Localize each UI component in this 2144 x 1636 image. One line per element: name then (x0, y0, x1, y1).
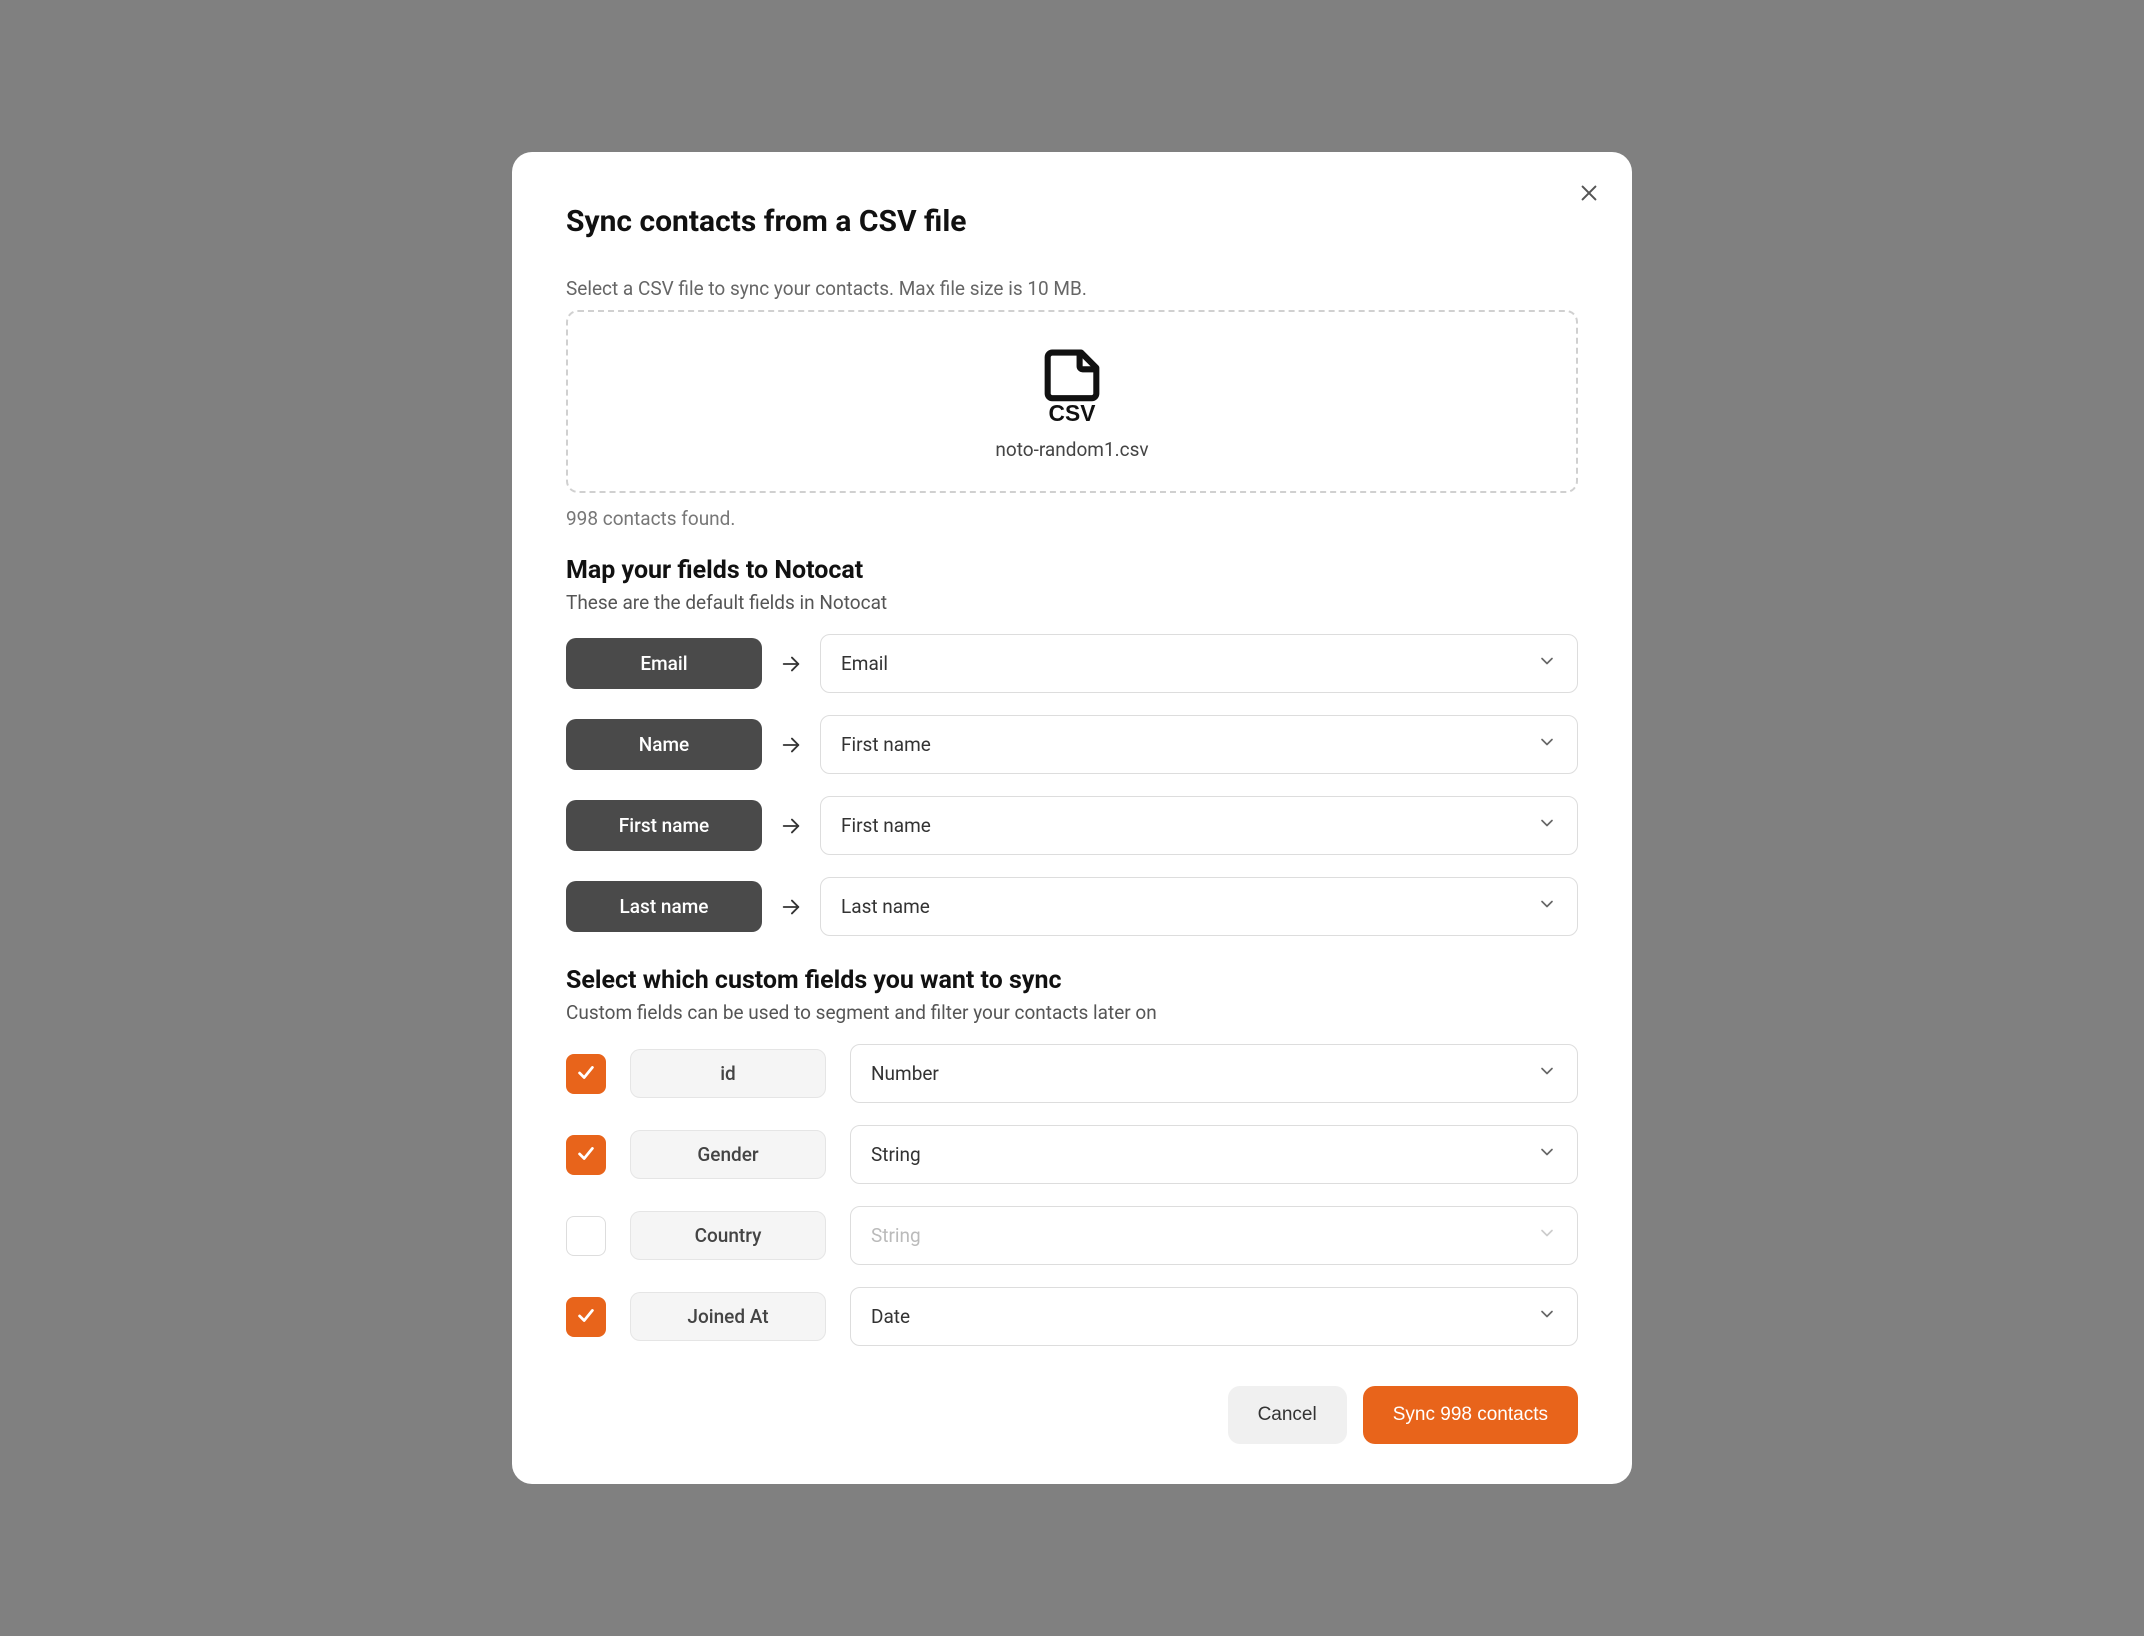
custom-field-chip: Country (630, 1211, 826, 1260)
mapping-subtext: These are the default fields in Notocat (566, 591, 1578, 614)
chevron-down-icon (1537, 732, 1557, 757)
chevron-down-icon (1537, 1304, 1557, 1329)
chevron-down-icon (1537, 894, 1557, 919)
target-field-select[interactable]: First name (820, 796, 1578, 855)
custom-field-row: Joined At Date (566, 1287, 1578, 1346)
check-icon (575, 1061, 597, 1087)
custom-field-type-select[interactable]: Number (850, 1044, 1578, 1103)
chevron-down-icon (1537, 651, 1557, 676)
custom-fields-heading: Select which custom fields you want to s… (566, 966, 1578, 995)
sync-button[interactable]: Sync 998 contacts (1363, 1386, 1578, 1444)
custom-field-chip: Joined At (630, 1292, 826, 1341)
select-value: Date (871, 1305, 910, 1328)
source-field-chip: Name (566, 719, 762, 770)
select-value: String (871, 1224, 921, 1247)
mapping-row: Last name Last name (566, 877, 1578, 936)
arrow-right-icon (780, 734, 802, 756)
mapping-heading: Map your fields to Notocat (566, 556, 1578, 585)
select-value: Number (871, 1062, 939, 1085)
custom-field-checkbox[interactable] (566, 1216, 606, 1256)
cancel-button[interactable]: Cancel (1228, 1386, 1347, 1444)
custom-field-row: id Number (566, 1044, 1578, 1103)
custom-field-row: Country String (566, 1206, 1578, 1265)
custom-fields-subtext: Custom fields can be used to segment and… (566, 1001, 1578, 1024)
select-value: Last name (841, 895, 930, 918)
mapping-row: Email Email (566, 634, 1578, 693)
check-icon (575, 1304, 597, 1330)
arrow-right-icon (780, 653, 802, 675)
modal-footer: Cancel Sync 998 contacts (566, 1386, 1578, 1444)
custom-field-chip: id (630, 1049, 826, 1098)
chevron-down-icon (1537, 813, 1557, 838)
svg-text:CSV: CSV (1049, 400, 1097, 424)
close-button[interactable] (1574, 178, 1604, 211)
mapping-row: Name First name (566, 715, 1578, 774)
arrow-right-icon (780, 815, 802, 837)
source-field-chip: First name (566, 800, 762, 851)
check-icon (575, 1142, 597, 1168)
select-value: String (871, 1143, 921, 1166)
custom-field-chip: Gender (630, 1130, 826, 1179)
custom-field-checkbox[interactable] (566, 1297, 606, 1337)
custom-field-type-select: String (850, 1206, 1578, 1265)
file-dropzone[interactable]: CSV noto-random1.csv (566, 310, 1578, 493)
select-value: Email (841, 652, 888, 675)
chevron-down-icon (1537, 1061, 1557, 1086)
custom-field-checkbox[interactable] (566, 1135, 606, 1175)
custom-field-type-select[interactable]: String (850, 1125, 1578, 1184)
arrow-right-icon (780, 896, 802, 918)
custom-field-type-select[interactable]: Date (850, 1287, 1578, 1346)
uploaded-filename: noto-random1.csv (995, 438, 1148, 461)
chevron-down-icon (1537, 1142, 1557, 1167)
target-field-select[interactable]: First name (820, 715, 1578, 774)
select-value: First name (841, 733, 931, 756)
modal-title: Sync contacts from a CSV file (566, 204, 1578, 239)
upload-instruction: Select a CSV file to sync your contacts.… (566, 277, 1578, 300)
target-field-select[interactable]: Email (820, 634, 1578, 693)
target-field-select[interactable]: Last name (820, 877, 1578, 936)
chevron-down-icon (1537, 1223, 1557, 1248)
custom-field-row: Gender String (566, 1125, 1578, 1184)
sync-contacts-modal: Sync contacts from a CSV file Select a C… (512, 152, 1632, 1484)
mapping-row: First name First name (566, 796, 1578, 855)
source-field-chip: Last name (566, 881, 762, 932)
close-icon (1578, 192, 1600, 207)
custom-field-checkbox[interactable] (566, 1054, 606, 1094)
select-value: First name (841, 814, 931, 837)
csv-file-icon: CSV (1040, 348, 1104, 428)
contacts-found-text: 998 contacts found. (566, 507, 1578, 530)
source-field-chip: Email (566, 638, 762, 689)
